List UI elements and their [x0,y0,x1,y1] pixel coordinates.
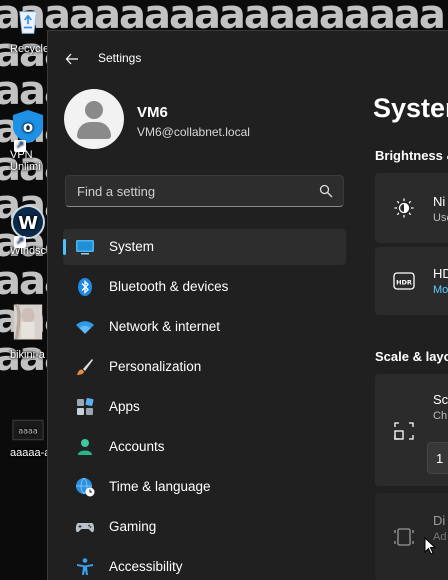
system-monitor-icon [76,240,94,255]
night-light-subtitle: Use [433,212,448,224]
scale-icon [394,422,414,440]
gamepad-icon [75,523,95,533]
person-icon [78,439,92,455]
scale-card[interactable]: Sc Ch 1 [375,374,448,486]
back-arrow-icon [65,53,78,65]
hdr-card[interactable]: HDR HD Mo [375,247,448,315]
display-resolution-icon [394,528,414,546]
mouse-cursor-icon [424,537,436,555]
display-title: Di [433,513,446,528]
search-input[interactable]: Find a setting [65,175,344,207]
vpn-shield-icon: o [13,110,43,143]
hdr-subtitle: Mo [433,284,448,296]
nav-item-personalization[interactable]: Personalization [63,349,346,385]
shortcut-arrow-icon: ↗ [14,236,26,248]
recycle-bin-icon [19,11,37,34]
apps-icon [77,398,94,415]
desktop-icon-windscribe[interactable]: W Windsc ↗ [4,204,52,257]
svg-text:W: W [18,213,38,234]
app-title: Settings [98,51,142,65]
avatar-head-shape [85,101,103,119]
nav-item-label: Time & language [109,479,211,494]
image-file-icon: aaaa [12,419,44,441]
bluetooth-icon [78,278,92,296]
system-page-content: Syster Brightness & Ni Use HDR HD Mo Sca… [362,31,448,580]
desktop-icon-vpn[interactable]: o VPN Unlimi ↗ [4,108,52,173]
back-button[interactable] [60,47,84,71]
image-file-icon [13,303,43,340]
section-heading-brightness: Brightness & [375,148,448,163]
svg-text:aaaa: aaaa [18,427,38,436]
shortcut-arrow-icon: ↗ [14,140,26,152]
hdr-icon: HDR [393,272,415,290]
avatar-body-shape [77,122,111,139]
nav-item-system[interactable]: System [63,229,346,265]
nav-item-label: Apps [109,399,140,414]
desktop-icon-label: VPN [10,149,33,161]
desktop-icon-recycle-bin[interactable]: Recycle [4,2,52,55]
nav-item-bluetooth[interactable]: Bluetooth & devices [63,269,346,305]
section-heading-scale: Scale & layo [375,349,448,364]
nav-item-label: Accounts [109,439,165,454]
scale-subtitle: Ch [433,410,448,422]
svg-text:o: o [23,118,33,136]
windscribe-icon: W [11,205,45,239]
night-light-card[interactable]: Ni Use [375,173,448,243]
nav-item-accessibility[interactable]: Accessibility [63,549,346,580]
svg-text:HDR: HDR [396,279,412,287]
settings-window: Settings VM6 VM6@collabnet.local Find a … [47,30,448,580]
search-icon [319,184,333,198]
nav-item-label: Personalization [109,359,202,374]
desktop-icon-bikini-image[interactable]: bikini-a [4,300,52,361]
nav-item-gaming[interactable]: Gaming [63,509,346,545]
scale-title: Sc [433,392,448,407]
avatar [64,89,124,149]
user-email: VM6@collabnet.local [137,125,250,139]
nav-item-time-language[interactable]: Time & language [63,469,346,505]
desktop-icon-label-line2: Unlimi [10,161,41,173]
nav-item-label: System [109,239,155,254]
user-profile[interactable]: VM6 VM6@collabnet.local [64,89,364,153]
active-indicator [63,239,66,255]
user-name: VM6 [137,104,168,121]
hdr-title: HD [433,266,448,281]
desktop-icon-aaaaa-image[interactable]: aaaa aaaaa-a [4,418,52,459]
nav-item-label: Network & internet [109,319,221,334]
nav-item-network[interactable]: Network & internet [63,309,346,345]
page-title: Syster [373,93,448,123]
nav-item-label: Gaming [109,519,157,534]
desktop-icon-label: bikini-a [10,349,45,361]
search-placeholder: Find a setting [77,184,156,199]
wifi-icon [76,321,94,334]
nav-item-label: Accessibility [109,559,183,574]
desktop-icon-label: Windsc [10,245,47,257]
settings-nav: System Bluetooth & devices Network & int… [63,229,346,580]
globe-clock-icon [76,477,95,497]
brightness-icon [394,198,414,218]
nav-item-apps[interactable]: Apps [63,389,346,425]
nav-item-accounts[interactable]: Accounts [63,429,346,465]
scale-dropdown[interactable]: 1 [427,442,448,474]
night-light-title: Ni [433,194,446,209]
accessibility-icon [77,558,93,575]
nav-item-label: Bluetooth & devices [109,279,229,294]
desktop-icon-label: Recycle [10,43,50,55]
scale-dropdown-value: 1 [436,451,444,466]
desktop-icon-label: aaaaa-a [10,447,51,459]
brush-icon [77,359,93,375]
display-resolution-card[interactable]: Di Ad [375,493,448,580]
